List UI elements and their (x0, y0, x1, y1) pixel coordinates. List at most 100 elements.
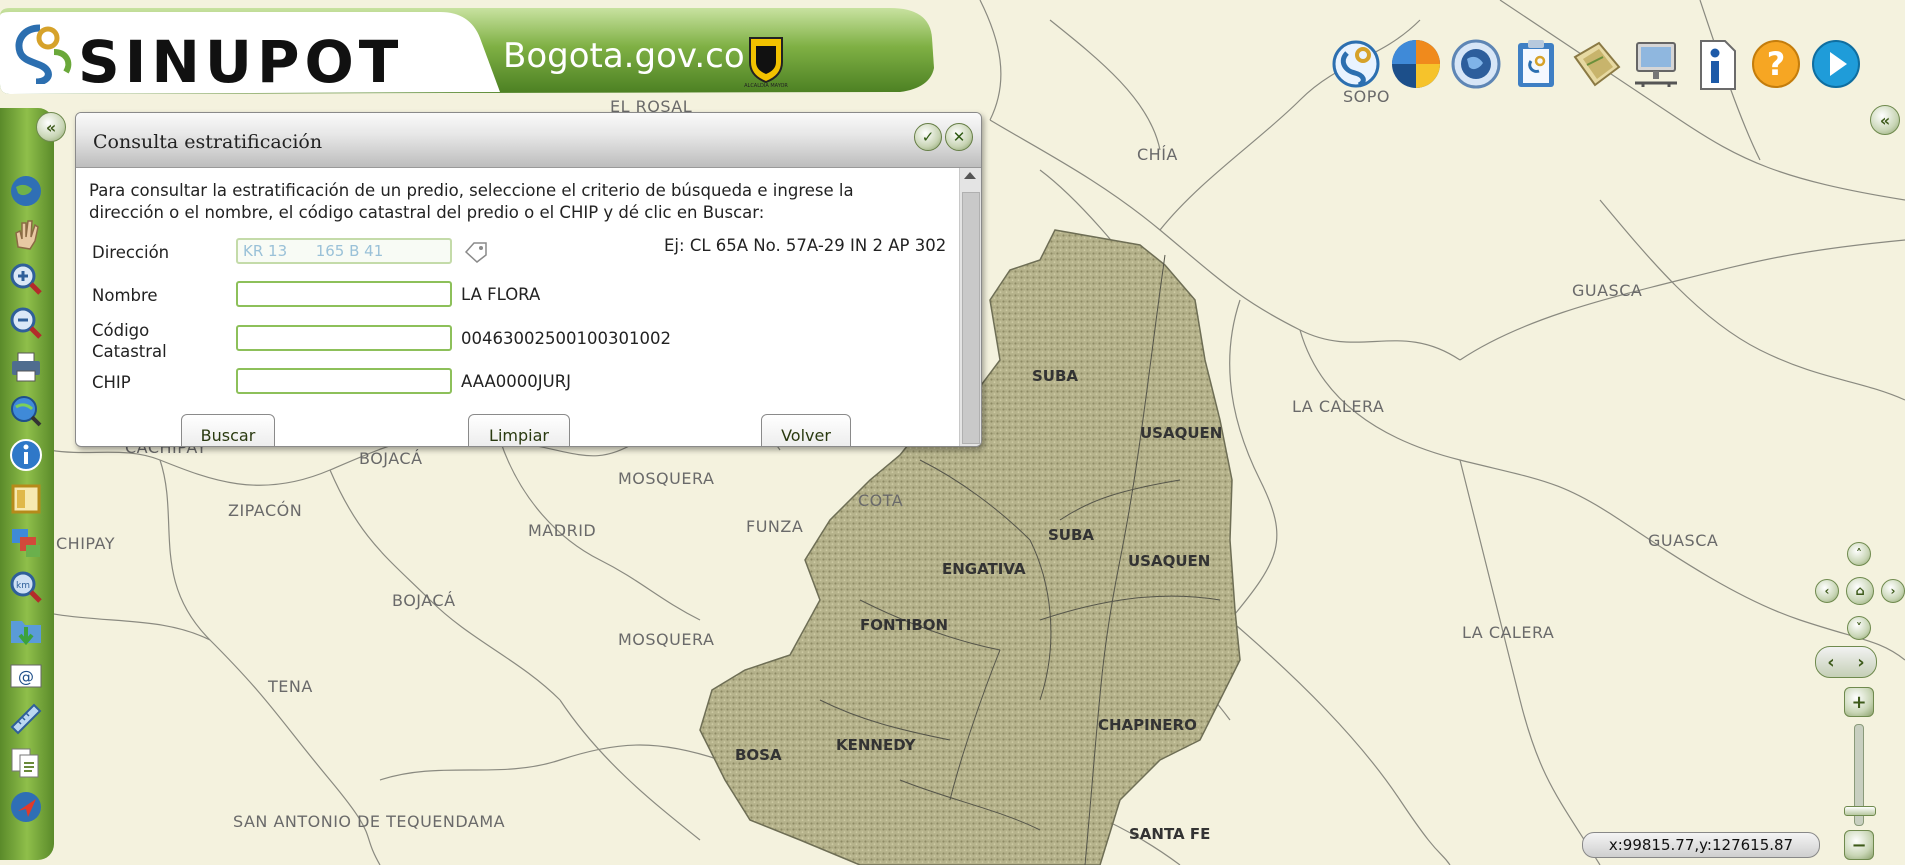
svg-text:SUBA: SUBA (1048, 526, 1094, 544)
dialog-title: Consulta estratificación (93, 131, 323, 153)
codigo-catastral-input[interactable] (236, 325, 452, 351)
svg-text:@: @ (18, 667, 34, 686)
double-chevron-left-icon: « (45, 117, 57, 137)
tag-icon[interactable] (463, 240, 489, 264)
help-icon: ? (1752, 40, 1800, 88)
scroll-up-arrow-icon[interactable] (964, 172, 976, 179)
svg-text:SUBA: SUBA (1032, 367, 1078, 385)
zoom-out-slider-button[interactable]: − (1844, 830, 1874, 860)
dialog-body: Para consultar la estratificación de un … (76, 168, 959, 446)
info-button[interactable] (1688, 34, 1744, 94)
limpiar-button[interactable]: Limpiar (468, 414, 570, 446)
zoom-out-button[interactable] (7, 304, 45, 342)
pan-right-button[interactable]: › (1881, 579, 1905, 603)
svg-text:CHIPAY: CHIPAY (56, 534, 115, 553)
buscar-button[interactable]: Buscar (181, 414, 275, 446)
network-button[interactable] (1628, 34, 1684, 94)
print-button[interactable] (7, 348, 45, 386)
nombre-example: LA FLORA (461, 285, 541, 304)
codigo-catastral-label: Código Catastral (92, 321, 167, 361)
svg-text:SANTA FE: SANTA FE (1129, 825, 1210, 843)
documents-button[interactable] (7, 744, 45, 782)
left-toolbar: km @ (0, 108, 54, 860)
ruler-button[interactable] (7, 700, 45, 738)
dialog-header: Consulta estratificación ✓ ✕ (76, 113, 981, 168)
svg-text:CHAPINERO: CHAPINERO (1098, 716, 1197, 734)
svg-text:BOSA: BOSA (735, 746, 782, 764)
site-name: Bogota.gov.co (503, 36, 745, 76)
pan-left-button[interactable]: ‹ (1815, 579, 1839, 603)
volver-button[interactable]: Volver (761, 414, 851, 446)
dialog-minimize-button[interactable]: ✓ (914, 123, 942, 151)
svg-text:MADRID: MADRID (528, 521, 596, 540)
help-button[interactable]: ? (1748, 34, 1804, 94)
svg-text:ZIPACÓN: ZIPACÓN (228, 501, 302, 520)
download-button[interactable] (7, 612, 45, 650)
zoom-in-slider-button[interactable]: + (1844, 687, 1874, 717)
svg-text:km: km (16, 581, 30, 591)
coordinate-readout: x:99815.77,y:127615.87 (1582, 832, 1820, 858)
svg-text:USAQUEN: USAQUEN (1128, 552, 1210, 570)
svg-text:FUNZA: FUNZA (746, 517, 803, 536)
full-extent-icon (11, 176, 41, 206)
layers-button[interactable] (1388, 34, 1444, 94)
pan-up-button[interactable]: ˄ (1847, 542, 1871, 566)
back-icon[interactable]: ‹ (1827, 652, 1834, 673)
chevron-left-icon: ‹ (1824, 584, 1830, 598)
email-button[interactable]: @ (7, 656, 45, 694)
sinupot-home-button[interactable] (1328, 34, 1384, 94)
pan-home-button[interactable]: ⌂ (1846, 577, 1874, 605)
svg-text:ENGATIVA: ENGATIVA (942, 560, 1026, 578)
plus-icon: + (1851, 691, 1867, 713)
app-logo-text: SINUPOT (78, 28, 404, 96)
nombre-input[interactable] (236, 281, 452, 307)
history-buttons[interactable]: ‹ › (1815, 646, 1877, 678)
full-extent-button[interactable] (7, 172, 45, 210)
collapse-right-button[interactable]: « (1870, 105, 1900, 135)
identify-icon (10, 439, 42, 471)
navigation-button[interactable] (7, 788, 45, 826)
pan-button[interactable] (7, 216, 45, 254)
map-sheets-button[interactable] (1568, 34, 1624, 94)
svg-text:CHÍA: CHÍA (1137, 145, 1178, 164)
overlay-button[interactable] (7, 524, 45, 562)
svg-text:?: ? (1767, 45, 1786, 83)
pan-down-button[interactable]: ˅ (1847, 616, 1871, 640)
dialog-close-button[interactable]: ✕ (945, 123, 973, 151)
zoom-slider-thumb[interactable] (1844, 806, 1876, 816)
map-navigation: ˄ ‹ ⌂ › ˅ ‹ › + − (1810, 542, 1905, 862)
identify-button[interactable] (7, 436, 45, 474)
bogota-seal-icon: ALCALDÍA MAYOR (744, 37, 788, 88)
scroll-thumb[interactable] (962, 192, 980, 444)
zoom-in-button[interactable] (7, 260, 45, 298)
forward-icon[interactable]: › (1857, 652, 1864, 673)
chevron-up-icon: ˄ (1856, 547, 1862, 561)
dialog-instructions: Para consultar la estratificación de un … (89, 181, 854, 222)
svg-text:BOJACÁ: BOJACÁ (359, 449, 423, 468)
layer-panel-button[interactable] (7, 480, 45, 518)
search-globe-button[interactable] (7, 392, 45, 430)
pan-hand-icon (15, 220, 39, 250)
collapse-left-button[interactable]: « (36, 112, 66, 142)
chip-input[interactable] (236, 368, 452, 394)
svg-text:TENA: TENA (267, 677, 313, 696)
zoom-in-icon (10, 263, 42, 295)
clipboard-icon (1518, 40, 1554, 87)
overlay-icon (12, 529, 40, 557)
direccion-example: Ej: CL 65A No. 57A-29 IN 2 AP 302 (664, 236, 947, 255)
direccion-label: Dirección (92, 243, 170, 262)
play-button[interactable] (1808, 34, 1864, 94)
measure-zoom-button[interactable]: km (7, 568, 45, 606)
svg-text:SAN ANTONIO DE TEQUENDAMA: SAN ANTONIO DE TEQUENDAMA (233, 812, 505, 831)
direccion-input[interactable] (236, 238, 452, 264)
svg-text:LA CALERA: LA CALERA (1292, 397, 1384, 416)
stratification-dialog: Consulta estratificación ✓ ✕ Para consul… (75, 112, 982, 447)
zoom-out-icon (10, 307, 42, 339)
report-button[interactable] (1508, 34, 1564, 94)
svg-text:BOJACÁ: BOJACÁ (392, 591, 456, 610)
chevron-down-icon: ˅ (1856, 621, 1862, 635)
dialog-scrollbar[interactable] (959, 168, 981, 446)
documents-icon (11, 748, 39, 778)
svg-text:USAQUEN: USAQUEN (1140, 424, 1222, 442)
globe-button[interactable] (1448, 34, 1504, 94)
